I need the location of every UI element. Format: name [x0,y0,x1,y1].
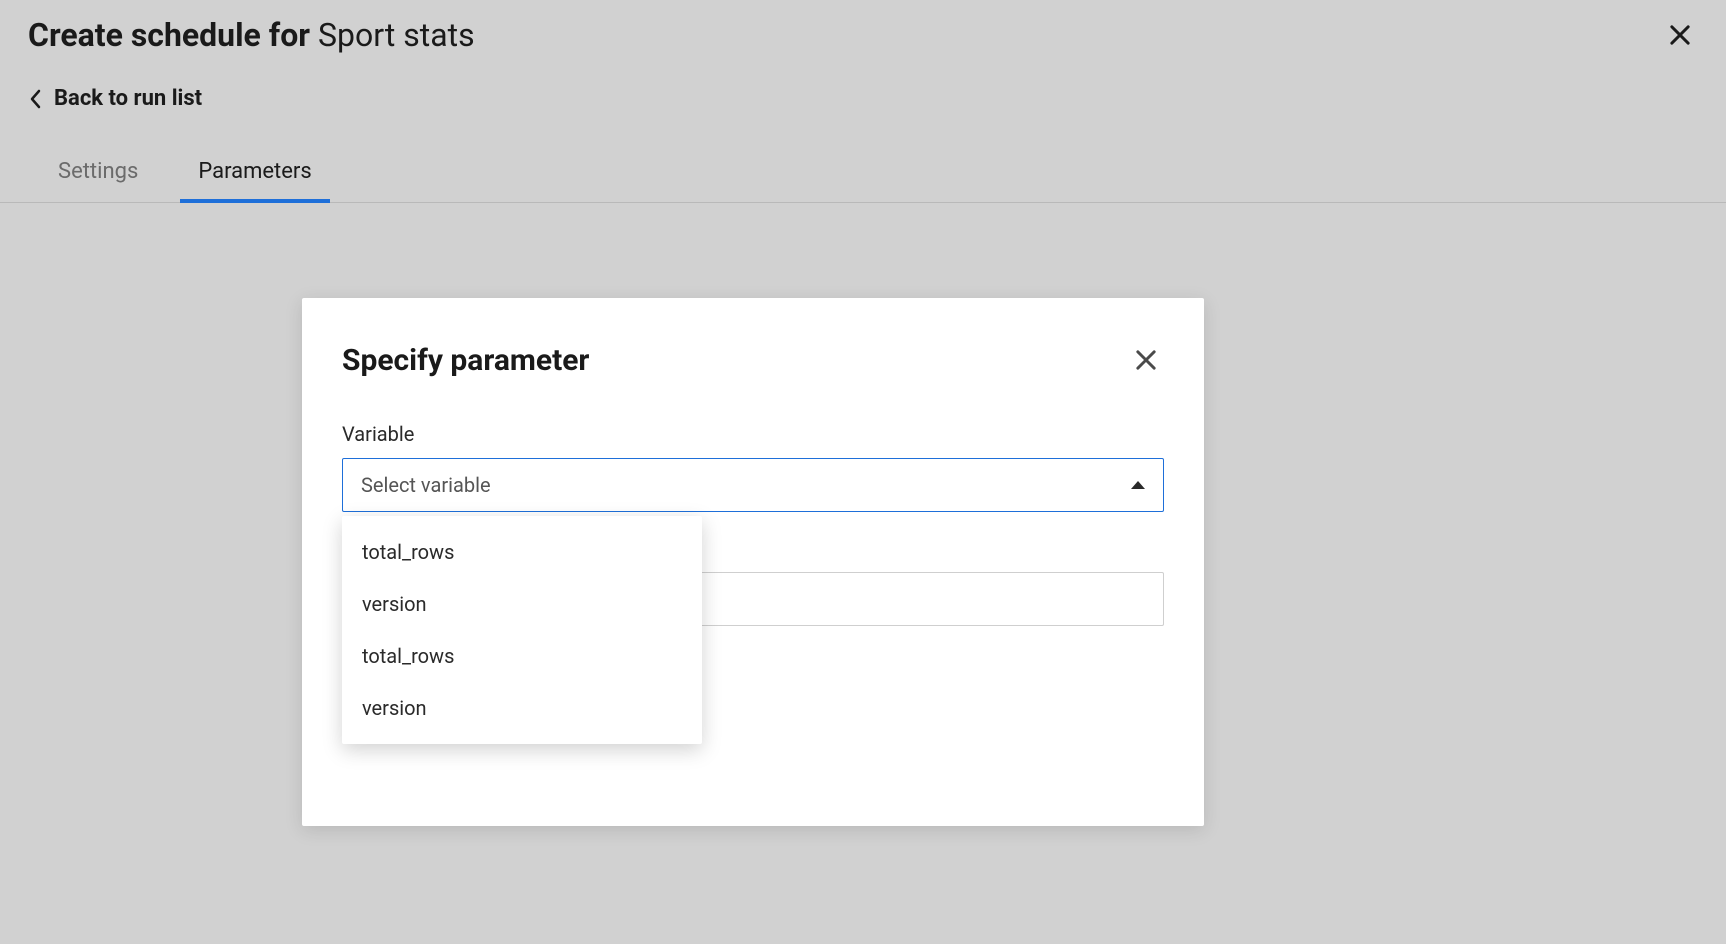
back-link-label: Back to run list [54,86,202,111]
variable-select[interactable]: Select variable [342,458,1164,512]
page-title-subject: Sport stats [318,16,475,54]
close-icon [1132,346,1160,374]
back-link[interactable]: Back to run list [0,64,1726,121]
caret-up-icon [1131,481,1145,489]
dropdown-option[interactable]: total_rows [342,630,702,682]
close-button[interactable] [1662,17,1698,53]
close-icon [1666,21,1694,49]
modal-close-button[interactable] [1128,342,1164,378]
modal-title: Specify parameter [342,343,589,378]
specify-parameter-modal: Specify parameter Variable Select variab… [302,298,1204,826]
tab-parameters[interactable]: Parameters [198,159,311,202]
page-title-prefix: Create schedule for [28,16,310,54]
dropdown-option[interactable]: version [342,682,702,734]
dropdown-option[interactable]: total_rows [342,526,702,578]
variable-select-placeholder: Select variable [361,473,491,497]
tabs: Settings Parameters [0,121,1726,203]
variable-dropdown: total_rows version total_rows version [342,516,702,744]
dropdown-option[interactable]: version [342,578,702,630]
variable-label: Variable [342,422,1164,446]
chevron-left-icon [28,87,44,111]
tab-settings[interactable]: Settings [58,159,138,202]
page-title: Create schedule for Sport stats [28,16,475,54]
